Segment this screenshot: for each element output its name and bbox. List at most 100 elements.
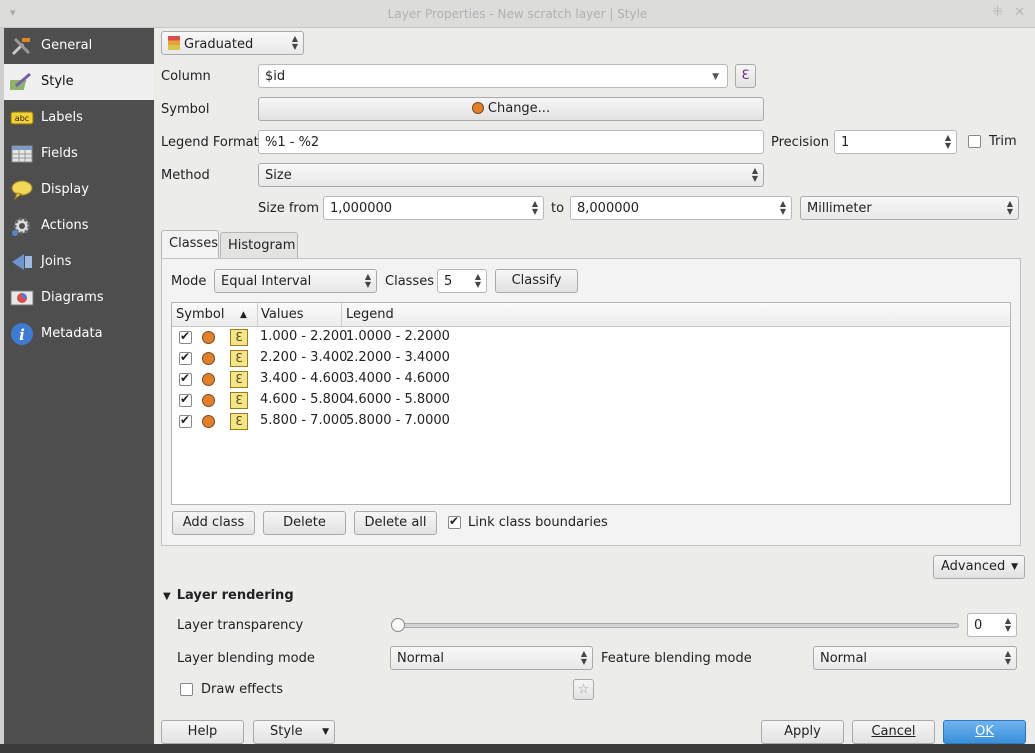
method-select[interactable]: Size ▲ ▼ xyxy=(258,163,764,187)
window-title: Layer Properties - New scratch layer | S… xyxy=(387,7,648,21)
add-class-button[interactable]: Add class xyxy=(172,511,255,535)
table-row[interactable]: ℇ 1.000 - 2.200 1.0000 - 2.2000 xyxy=(172,327,1010,348)
spin-arrows-icon[interactable]: ▲ ▼ xyxy=(1005,617,1011,633)
background-strip xyxy=(0,744,155,753)
cancel-button[interactable]: Cancel xyxy=(852,720,935,744)
feature-blending-select[interactable]: Normal ▲ ▼ xyxy=(813,646,1017,670)
style-menu-button[interactable]: Style ▼ xyxy=(253,720,335,744)
sidebar-item-style[interactable]: Style xyxy=(4,64,154,100)
table-row[interactable]: ℇ 3.400 - 4.600 3.4000 - 4.6000 xyxy=(172,369,1010,390)
class-legend[interactable]: 1.0000 - 2.2000 xyxy=(346,329,450,344)
spin-arrows-icon: ▲ ▼ xyxy=(364,272,371,289)
transparency-slider[interactable] xyxy=(396,623,959,628)
sidebar-item-metadata[interactable]: i Metadata xyxy=(4,316,154,352)
class-visible-checkbox[interactable] xyxy=(179,371,192,386)
symbol-circle-icon[interactable] xyxy=(202,331,215,344)
class-legend[interactable]: 5.8000 - 7.0000 xyxy=(346,413,450,428)
spin-arrows-icon[interactable]: ▲ ▼ xyxy=(780,200,786,216)
mode-select[interactable]: Equal Interval ▲ ▼ xyxy=(214,269,377,293)
collapse-triangle-icon[interactable]: ▼ xyxy=(163,591,171,602)
advanced-button[interactable]: Advanced ▼ xyxy=(933,555,1025,579)
help-button[interactable]: Help xyxy=(161,720,244,744)
column-input[interactable]: $id ▼ xyxy=(258,64,728,88)
symbol-circle-icon[interactable] xyxy=(202,394,215,407)
class-visible-checkbox[interactable] xyxy=(179,392,192,407)
sidebar-item-display[interactable]: Display xyxy=(4,172,154,208)
classes-value: 5 xyxy=(444,274,453,289)
legend-format-input[interactable]: %1 - %2 xyxy=(258,130,764,154)
sidebar-item-label: General xyxy=(41,38,93,53)
sidebar-item-general[interactable]: General xyxy=(4,28,154,64)
symbol-circle-icon[interactable] xyxy=(202,352,215,365)
size-to-value: 8,000000 xyxy=(577,201,640,216)
delete-all-button[interactable]: Delete all xyxy=(354,511,437,535)
apply-button[interactable]: Apply xyxy=(761,720,844,744)
spin-arrows-icon[interactable]: ▲ ▼ xyxy=(532,200,538,216)
trim-checkbox[interactable] xyxy=(968,135,981,148)
sidebar-item-joins[interactable]: Joins xyxy=(4,244,154,280)
effects-star-button[interactable]: ☆ xyxy=(573,679,594,700)
change-label: Change... xyxy=(487,101,551,116)
unit-select[interactable]: Millimeter ▲ ▼ xyxy=(800,196,1019,220)
column-label: Column xyxy=(161,69,211,84)
size-to-spinbox[interactable]: 8,000000 ▲ ▼ xyxy=(570,196,792,220)
size-from-spinbox[interactable]: 1,000000 ▲ ▼ xyxy=(323,196,544,220)
spin-arrows-icon[interactable]: ▲ ▼ xyxy=(475,273,481,289)
transparency-spinbox[interactable]: 0 ▲ ▼ xyxy=(967,613,1017,637)
ok-button[interactable]: OK xyxy=(943,720,1026,744)
tab-histogram[interactable]: Histogram xyxy=(220,232,298,259)
sidebar-item-actions[interactable]: Actions xyxy=(4,208,154,244)
header-values[interactable]: Values xyxy=(261,307,303,322)
class-legend[interactable]: 3.4000 - 4.6000 xyxy=(346,371,450,386)
transparency-slider-handle[interactable] xyxy=(391,618,405,632)
size-from-value: 1,000000 xyxy=(330,201,393,216)
classes-spinbox[interactable]: 5 ▲ ▼ xyxy=(437,269,487,293)
link-boundaries-checkbox[interactable] xyxy=(448,514,461,529)
class-values[interactable]: 5.800 - 7.000 xyxy=(260,413,347,428)
expression-epsilon-icon: ℇ xyxy=(230,350,248,367)
symbol-label: Symbol xyxy=(161,102,210,117)
precision-spinbox[interactable]: 1 ▲ ▼ xyxy=(834,130,957,154)
class-values[interactable]: 1.000 - 2.200 xyxy=(260,329,347,344)
draw-effects-checkbox[interactable] xyxy=(180,683,193,696)
sidebar-item-label: Actions xyxy=(41,218,89,233)
transparency-label: Layer transparency xyxy=(177,618,304,633)
class-visible-checkbox[interactable] xyxy=(179,413,192,428)
class-visible-checkbox[interactable] xyxy=(179,329,192,344)
header-legend[interactable]: Legend xyxy=(346,307,394,322)
sidebar-item-fields[interactable]: Fields xyxy=(4,136,154,172)
class-legend[interactable]: 2.2000 - 3.4000 xyxy=(346,350,450,365)
change-symbol-button[interactable]: Change... xyxy=(258,97,764,121)
close-icon[interactable]: ✕ xyxy=(1014,5,1025,20)
sidebar-item-label: Labels xyxy=(41,110,83,125)
class-legend[interactable]: 4.6000 - 5.8000 xyxy=(346,392,450,407)
sidebar-item-labels[interactable]: abc Labels xyxy=(4,100,154,136)
class-values[interactable]: 2.200 - 3.400 xyxy=(260,350,347,365)
table-row[interactable]: ℇ 2.200 - 3.400 2.2000 - 3.4000 xyxy=(172,348,1010,369)
class-values[interactable]: 3.400 - 4.600 xyxy=(260,371,347,386)
renderer-select[interactable]: Graduated ▲ ▼ xyxy=(161,31,304,55)
delete-button[interactable]: Delete xyxy=(263,511,346,535)
chevron-down-icon[interactable]: ▼ xyxy=(712,72,719,82)
table-row[interactable]: ℇ 5.800 - 7.000 5.8000 - 7.0000 xyxy=(172,411,1010,432)
classify-button[interactable]: Classify xyxy=(495,269,578,293)
header-symbol[interactable]: Symbol xyxy=(176,307,224,322)
class-visible-checkbox[interactable] xyxy=(179,350,192,365)
spin-arrows-icon[interactable]: ▲ ▼ xyxy=(945,134,951,150)
sidebar-item-diagrams[interactable]: Diagrams xyxy=(4,280,154,316)
svg-text:abc: abc xyxy=(15,114,29,123)
classes-table[interactable]: Symbol ▲ Values Legend ℇ 1.000 - 2.200 1… xyxy=(171,302,1011,505)
symbol-circle-icon[interactable] xyxy=(202,373,215,386)
layer-rendering-header[interactable]: ▼ Layer rendering xyxy=(163,588,294,603)
class-values[interactable]: 4.600 - 5.800 xyxy=(260,392,347,407)
tab-classes[interactable]: Classes xyxy=(161,230,219,259)
expression-button[interactable]: ℇ xyxy=(735,64,756,88)
pin-icon[interactable]: ⁜ xyxy=(992,5,1003,20)
spin-arrows-icon: ▲ ▼ xyxy=(1006,199,1013,216)
layer-blending-select[interactable]: Normal ▲ ▼ xyxy=(390,646,593,670)
layer-rendering-title: Layer rendering xyxy=(176,588,294,603)
table-row[interactable]: ℇ 4.600 - 5.800 4.6000 - 5.8000 xyxy=(172,390,1010,411)
expression-epsilon-icon: ℇ xyxy=(230,371,248,388)
renderer-value: Graduated xyxy=(184,37,254,52)
symbol-circle-icon[interactable] xyxy=(202,415,215,428)
